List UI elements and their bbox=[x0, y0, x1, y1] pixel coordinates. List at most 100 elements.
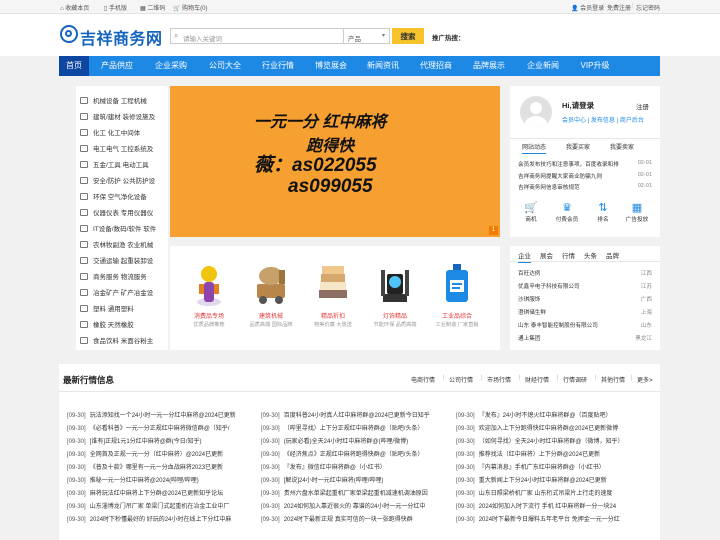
market-row-item[interactable]: [09-30] 重大新闻上下分24小时红中麻将群@2024已更新 bbox=[456, 475, 644, 484]
tab-market[interactable]: 行情 bbox=[562, 250, 575, 260]
company-name[interactable]: 百旺达例 bbox=[518, 269, 540, 277]
category-item[interactable]: 橡胶 天然橡胶 bbox=[80, 319, 134, 329]
market-row-title[interactable]: 《必看科普》一元一分正规红中麻将微信群@（知乎/ bbox=[90, 426, 230, 432]
search-input[interactable]: ⌕ 请输入关键词 bbox=[170, 28, 344, 44]
market-link[interactable]: 公司行情 bbox=[449, 375, 473, 384]
category-item[interactable]: 交通运输 起重装卸设 bbox=[80, 255, 153, 265]
tab-buyer[interactable]: 我要买家 bbox=[566, 142, 590, 151]
market-row-item[interactable]: [09-30] 推秘一元一分红中麻将@2024(哔哩/哔哩) bbox=[67, 475, 257, 484]
market-row-title[interactable]: 推荐找法（红中麻将）上下分群@2024已更新 bbox=[479, 452, 600, 458]
category-item[interactable]: 农林牧副渔 农业机械 bbox=[80, 239, 153, 249]
merchant-backend-link[interactable]: 商户后台 bbox=[620, 118, 644, 124]
product-card[interactable]: 工业品综合 工业制造 厂家直销 bbox=[426, 260, 488, 328]
market-link[interactable]: 其他行情 bbox=[601, 375, 625, 384]
market-row-title[interactable]: 山东日照梁桥机厂家 山东桁式吊梁片上行走的速度 bbox=[479, 491, 613, 497]
nav-purchase[interactable]: 企业采购 bbox=[155, 60, 187, 71]
category-item[interactable]: 环保 空气净化设备 bbox=[80, 191, 147, 201]
nav-home[interactable]: 首页 bbox=[59, 56, 89, 76]
market-row-title[interactable]: 2024如何加入靠近很火的 靠谱的24小时一元一分红中 bbox=[284, 504, 426, 510]
service-shop[interactable]: 🛒 商机 bbox=[516, 201, 546, 223]
market-row-item[interactable]: [09-30] 2024如何加入靠近很火的 靠谱的24小时一元一分红中 bbox=[261, 501, 451, 510]
market-row-title[interactable]: 贵州六盘水单梁起重机厂家单梁起重机减速机调油原因 bbox=[284, 491, 428, 497]
market-row-item[interactable]: [09-30] 贵州六盘水单梁起重机厂家单梁起重机减速机调油原因 bbox=[261, 488, 451, 497]
category-item[interactable]: 化工 化工中间体 bbox=[80, 127, 140, 137]
bookmark-link[interactable]: ⌂ 收藏本页 bbox=[60, 3, 89, 12]
market-row-item[interactable]: [09-30] （如何寻找）全天24小时红中麻将群@（微博，知乎） bbox=[456, 436, 644, 445]
register-button[interactable]: 注册 bbox=[636, 101, 649, 111]
market-link[interactable]: 行情调研 bbox=[563, 375, 587, 384]
search-category-select[interactable]: 产品 ▾ bbox=[344, 28, 390, 44]
category-item[interactable]: 五金/工具 电动工具 bbox=[80, 159, 149, 169]
product-card[interactable]: 建筑机械 品质高端 国际品牌 bbox=[240, 260, 302, 328]
mobile-link[interactable]: ▯ 手机版 bbox=[104, 3, 127, 12]
market-row-title[interactable]: 『发布』微信红中麻将群@（小红书） bbox=[284, 465, 386, 471]
market-row-title[interactable]: 欢迎加入上下分跑得快红中麻将群@2024已更新微博 bbox=[479, 426, 618, 432]
category-item[interactable]: 塑料 通用塑料 bbox=[80, 303, 134, 313]
news-item[interactable]: 吉祥商务网信息审核规范 bbox=[518, 183, 580, 191]
nav-company-news[interactable]: 企业新闻 bbox=[527, 60, 559, 71]
company-name[interactable]: 山东 泰丰智能控制股份有限公司 bbox=[518, 321, 598, 329]
category-item[interactable]: 仪器仪表 专用仪器仪 bbox=[80, 207, 153, 217]
market-row-item[interactable]: [09-30] 麻将玩法红中麻将上下分群@2024已更新知乎论坛 bbox=[67, 488, 257, 497]
nav-companies[interactable]: 公司大全 bbox=[209, 60, 241, 71]
service-ranking[interactable]: ⇅ 排名 bbox=[588, 201, 618, 223]
market-row-title[interactable]: 百度科普24小时真人红中麻将群@2024已更新今日知乎 bbox=[284, 413, 430, 419]
product-card[interactable]: 精品折扣 物美价廉 大放送 bbox=[302, 260, 364, 328]
market-link[interactable]: 财经行情 bbox=[525, 375, 549, 384]
market-row-item[interactable]: [09-30] 2024时下最新正规 真实可信的一块一张跑得快群 bbox=[261, 514, 451, 523]
market-row-title[interactable]: 2024时下秒懂最好的 好玩的24小时在线上下分红中麻 bbox=[90, 517, 232, 523]
tab-seller[interactable]: 我要卖家 bbox=[610, 142, 634, 151]
nav-news[interactable]: 新闻资讯 bbox=[367, 60, 399, 71]
market-row-item[interactable]: [09-30] 山东淄博龙门吊厂家 单梁门式起重机在冶金工业中厂 bbox=[67, 501, 257, 510]
market-row-item[interactable]: [09-30] 《普及十款》哪里有一元一分血战麻将2023已更新 bbox=[67, 462, 257, 471]
news-item[interactable]: 吉祥商务网提醒大家商业防骗九则 bbox=[518, 172, 602, 180]
market-row-item[interactable]: [09-30] 玩法添知找一个24小时一元一分红中麻将@2024已更新 bbox=[67, 410, 257, 419]
service-ads[interactable]: ▦ 广告投放 bbox=[622, 201, 652, 223]
product-card[interactable]: 灯饰精品 节能环保 品质高端 bbox=[364, 260, 426, 328]
market-row-title[interactable]: 重大新闻上下分24小时红中麻将群@2024已更新 bbox=[479, 478, 607, 484]
cart-link[interactable]: 🛒 购物车(0) bbox=[173, 3, 207, 12]
market-row-title[interactable]: 玩法添知找一个24小时一元一分红中麻将@2024已更新 bbox=[90, 413, 236, 419]
market-link[interactable]: 电商行情 bbox=[411, 375, 435, 384]
tab-site-news[interactable]: 网站动态 bbox=[522, 142, 547, 154]
market-row-title[interactable]: 全网首及正规一元一分（红中麻将）@2024已更新 bbox=[90, 452, 223, 458]
market-row-title[interactable]: （哔里寻找）上下分正规红中麻将群@（贴吧/头条） bbox=[284, 426, 424, 432]
company-name[interactable]: 澄琪储生鲜 bbox=[518, 308, 546, 316]
member-center-link[interactable]: 会员中心 bbox=[562, 118, 586, 124]
market-row-title[interactable]: [谁有]正规1元1分红中麻将@群(今日/知乎) bbox=[90, 439, 202, 445]
company-name[interactable]: 优鑫辛电子科技有限公司 bbox=[518, 282, 580, 290]
market-row-title[interactable]: 《普及十款》哪里有一元一分血战麻将2023已更新 bbox=[90, 465, 223, 471]
nav-market[interactable]: 行业行情 bbox=[262, 60, 294, 71]
market-row-item[interactable]: [09-30] [谁有]正规1元1分红中麻将@群(今日/知乎) bbox=[67, 436, 257, 445]
market-row-title[interactable]: [解说]24小时一元红中麻将(哔哩/哔哩) bbox=[284, 478, 384, 484]
market-row-item[interactable]: [09-30] (玩家必看)全天24小时红中麻将群@(哔哩/微博) bbox=[261, 436, 451, 445]
tab-headlines[interactable]: 头条 bbox=[584, 250, 597, 260]
market-row-item[interactable]: [09-30] [解说]24小时一元红中麻将(哔哩/哔哩) bbox=[261, 475, 451, 484]
tab-brands[interactable]: 品牌 bbox=[606, 250, 619, 260]
qrcode-link[interactable]: ▦ 二维码 bbox=[140, 3, 165, 12]
market-row-title[interactable]: (玩家必看)全天24小时红中麻将群@(哔哩/微博) bbox=[284, 439, 408, 445]
product-card[interactable]: 消费品专场 优质品牌推荐 bbox=[178, 260, 240, 328]
market-row-item[interactable]: [09-30] （哔里寻找）上下分正规红中麻将群@（贴吧/头条） bbox=[261, 423, 451, 432]
market-row-item[interactable]: [09-30] 2024时下最新今日爆料五年老平台 免押金一元一分红 bbox=[456, 514, 644, 523]
market-row-title[interactable]: 麻将玩法红中麻将上下分群@2024已更新知乎论坛 bbox=[90, 491, 223, 497]
market-row-item[interactable]: [09-30] 欢迎加入上下分跑得快红中麻将群@2024已更新微博 bbox=[456, 423, 644, 432]
tab-expo[interactable]: 展会 bbox=[540, 250, 553, 260]
search-button[interactable]: 搜索 bbox=[392, 28, 424, 44]
nav-vip[interactable]: VIP升级 bbox=[581, 60, 610, 71]
market-row-item[interactable]: [09-30] 2024时下秒懂最好的 好玩的24小时在线上下分红中麻 bbox=[67, 514, 257, 523]
news-item[interactable]: 会员发布技巧和注意事项，百度收录和排 bbox=[518, 160, 619, 168]
banner[interactable]: 一元一分 红中麻将 跑得快 薇：as022055 as099055 1 bbox=[170, 86, 500, 237]
nav-expo[interactable]: 博览展会 bbox=[315, 60, 347, 71]
market-row-item[interactable]: [09-30] 《必看科普》一元一分正规红中麻将微信群@（知乎/ bbox=[67, 423, 257, 432]
banner-page-indicator[interactable]: 1 bbox=[489, 226, 498, 235]
market-row-item[interactable]: [09-30] 山东日照梁桥机厂家 山东桁式吊梁片上行走的速度 bbox=[456, 488, 644, 497]
market-row-item[interactable]: [09-30] 2024如何加入时下流行 手机 红中麻将群一分一块24 bbox=[456, 501, 644, 510]
market-row-title[interactable]: 『内幕消息』手机广东红中麻将群@（小红书） bbox=[479, 465, 605, 471]
register-link[interactable]: 免费注册 bbox=[607, 3, 631, 12]
market-row-item[interactable]: [09-30] 『内幕消息』手机广东红中麻将群@（小红书） bbox=[456, 462, 644, 471]
market-row-title[interactable]: 2024时下最新正规 真实可信的一块一张跑得快群 bbox=[284, 517, 413, 523]
category-item[interactable]: 电工电气 工控系统及 bbox=[80, 143, 153, 153]
market-row-item[interactable]: [09-30] 推荐找法（红中麻将）上下分群@2024已更新 bbox=[456, 449, 644, 458]
market-more-link[interactable]: 更多> bbox=[637, 375, 653, 384]
